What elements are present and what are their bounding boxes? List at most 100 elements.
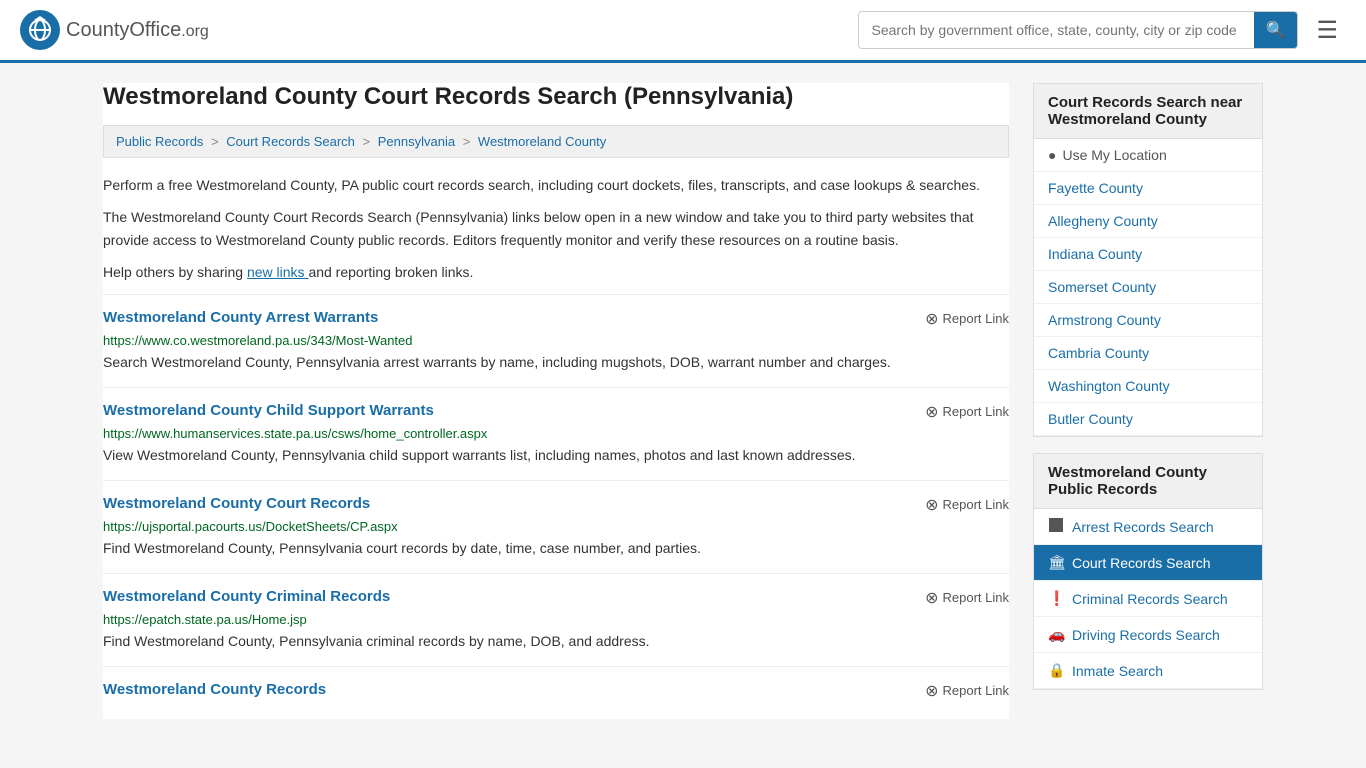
record-link[interactable]: Westmoreland County Court Records xyxy=(103,495,370,512)
report-link[interactable]: ⊗ Report Link xyxy=(925,309,1009,329)
report-label: Report Link xyxy=(943,311,1009,326)
nearby-link[interactable]: Fayette County xyxy=(1034,172,1262,205)
breadcrumb-sep-3: > xyxy=(463,134,474,149)
sidebar: Court Records Search near Westmoreland C… xyxy=(1033,83,1263,719)
record-link[interactable]: Westmoreland County Records xyxy=(103,681,326,698)
breadcrumb: Public Records > Court Records Search > … xyxy=(103,125,1009,158)
nearby-link[interactable]: Butler County xyxy=(1034,403,1262,436)
record-desc: Find Westmoreland County, Pennsylvania c… xyxy=(103,538,1009,559)
search-input[interactable] xyxy=(859,14,1253,46)
location-dot-icon: ● xyxy=(1048,147,1056,163)
logo-icon xyxy=(20,10,60,50)
record-desc: Find Westmoreland County, Pennsylvania c… xyxy=(103,631,1009,652)
public-records-item: Arrest Records Search xyxy=(1034,509,1262,545)
nearby-item: Fayette County xyxy=(1034,172,1262,205)
nearby-item: Cambria County xyxy=(1034,337,1262,370)
sidebar-item-icon: ❗ xyxy=(1048,590,1064,607)
public-records-link[interactable]: Arrest Records Search xyxy=(1034,509,1262,544)
public-records-link[interactable]: 🔒 Inmate Search xyxy=(1034,653,1262,688)
breadcrumb-sep-1: > xyxy=(211,134,222,149)
report-label: Report Link xyxy=(943,497,1009,512)
new-links-link[interactable]: new links xyxy=(247,264,308,280)
nearby-item: Indiana County xyxy=(1034,238,1262,271)
record-link[interactable]: Westmoreland County Criminal Records xyxy=(103,588,390,605)
nearby-link[interactable]: Cambria County xyxy=(1034,337,1262,370)
nearby-label: Indiana County xyxy=(1048,246,1142,262)
report-icon: ⊗ xyxy=(925,402,938,422)
nearby-label: Use My Location xyxy=(1062,147,1166,163)
record-link[interactable]: Westmoreland County Arrest Warrants xyxy=(103,309,378,326)
public-records-label: Criminal Records Search xyxy=(1072,591,1228,607)
header-right: 🔍 ☰ xyxy=(858,11,1346,49)
nearby-list: ● Use My Location Fayette County Alleghe… xyxy=(1034,139,1262,436)
nearby-title: Court Records Search near Westmoreland C… xyxy=(1034,84,1262,139)
breadcrumb-public-records[interactable]: Public Records xyxy=(116,134,203,149)
record-link[interactable]: Westmoreland County Child Support Warran… xyxy=(103,402,434,419)
main-wrapper: Westmoreland County Court Records Search… xyxy=(83,63,1283,739)
nearby-link[interactable]: ● Use My Location xyxy=(1034,139,1262,172)
record-title: Westmoreland County Records xyxy=(103,681,326,698)
nearby-link[interactable]: Somerset County xyxy=(1034,271,1262,304)
page-title: Westmoreland County Court Records Search… xyxy=(103,83,1009,111)
report-label: Report Link xyxy=(943,404,1009,419)
public-records-item: 🏛 Court Records Search xyxy=(1034,545,1262,581)
record-url: https://ujsportal.pacourts.us/DocketShee… xyxy=(103,519,1009,534)
record-url: https://www.humanservices.state.pa.us/cs… xyxy=(103,426,1009,441)
record-list: Westmoreland County Arrest Warrants ⊗ Re… xyxy=(103,294,1009,719)
description-2: The Westmoreland County Court Records Se… xyxy=(103,206,1009,251)
menu-button[interactable]: ☰ xyxy=(1308,12,1346,49)
report-icon: ⊗ xyxy=(925,681,938,701)
court-icon: 🏛 xyxy=(1048,554,1066,570)
public-records-link[interactable]: ❗ Criminal Records Search xyxy=(1034,581,1262,616)
header: CountyOffice.org 🔍 ☰ xyxy=(0,0,1366,63)
content-area: Westmoreland County Court Records Search… xyxy=(103,83,1009,719)
breadcrumb-westmoreland[interactable]: Westmoreland County xyxy=(478,134,606,149)
nearby-link[interactable]: Washington County xyxy=(1034,370,1262,403)
report-link[interactable]: ⊗ Report Link xyxy=(925,495,1009,515)
report-link[interactable]: ⊗ Report Link xyxy=(925,402,1009,422)
report-link[interactable]: ⊗ Report Link xyxy=(925,681,1009,701)
public-records-label: Arrest Records Search xyxy=(1072,519,1214,535)
nearby-link[interactable]: Allegheny County xyxy=(1034,205,1262,238)
nearby-label: Washington County xyxy=(1048,378,1170,394)
logo-brand: CountyOffice xyxy=(66,19,181,41)
nearby-label: Somerset County xyxy=(1048,279,1156,295)
record-desc: Search Westmoreland County, Pennsylvania… xyxy=(103,352,1009,373)
nearby-link[interactable]: Indiana County xyxy=(1034,238,1262,271)
public-records-title: Westmoreland County Public Records xyxy=(1034,454,1262,509)
record-title: Westmoreland County Court Records xyxy=(103,495,370,512)
record-url: https://epatch.state.pa.us/Home.jsp xyxy=(103,612,1009,627)
public-records-label: Court Records Search xyxy=(1072,555,1211,571)
public-records-link[interactable]: 🚗 Driving Records Search xyxy=(1034,617,1262,652)
report-icon: ⊗ xyxy=(925,588,938,608)
public-records-item: 🚗 Driving Records Search xyxy=(1034,617,1262,653)
report-label: Report Link xyxy=(943,590,1009,605)
record-header: Westmoreland County Arrest Warrants ⊗ Re… xyxy=(103,309,1009,329)
search-bar: 🔍 xyxy=(858,11,1298,49)
driving-icon: 🚗 xyxy=(1048,626,1065,642)
nearby-link[interactable]: Armstrong County xyxy=(1034,304,1262,337)
nearby-item: Washington County xyxy=(1034,370,1262,403)
nearby-item: Somerset County xyxy=(1034,271,1262,304)
desc3-start: Help others by sharing xyxy=(103,264,243,280)
description-3: Help others by sharing new links and rep… xyxy=(103,261,1009,283)
breadcrumb-pennsylvania[interactable]: Pennsylvania xyxy=(378,134,455,149)
record-header: Westmoreland County Records ⊗ Report Lin… xyxy=(103,681,1009,701)
nearby-label: Butler County xyxy=(1048,411,1133,427)
record-title: Westmoreland County Arrest Warrants xyxy=(103,309,378,326)
record-desc: View Westmoreland County, Pennsylvania c… xyxy=(103,445,1009,466)
search-button[interactable]: 🔍 xyxy=(1254,12,1298,48)
public-records-list: Arrest Records Search 🏛 Court Records Se… xyxy=(1034,509,1262,689)
nearby-section: Court Records Search near Westmoreland C… xyxy=(1033,83,1263,437)
breadcrumb-court-records[interactable]: Court Records Search xyxy=(226,134,355,149)
logo-area: CountyOffice.org xyxy=(20,10,209,50)
nearby-item: Butler County xyxy=(1034,403,1262,436)
nearby-label: Fayette County xyxy=(1048,180,1143,196)
report-link[interactable]: ⊗ Report Link xyxy=(925,588,1009,608)
record-header: Westmoreland County Criminal Records ⊗ R… xyxy=(103,588,1009,608)
sidebar-item-icon: 🚗 xyxy=(1048,626,1064,643)
sidebar-item-icon xyxy=(1048,518,1064,535)
public-records-link[interactable]: 🏛 Court Records Search xyxy=(1034,545,1262,580)
record-header: Westmoreland County Court Records ⊗ Repo… xyxy=(103,495,1009,515)
criminal-icon: ❗ xyxy=(1048,590,1065,606)
